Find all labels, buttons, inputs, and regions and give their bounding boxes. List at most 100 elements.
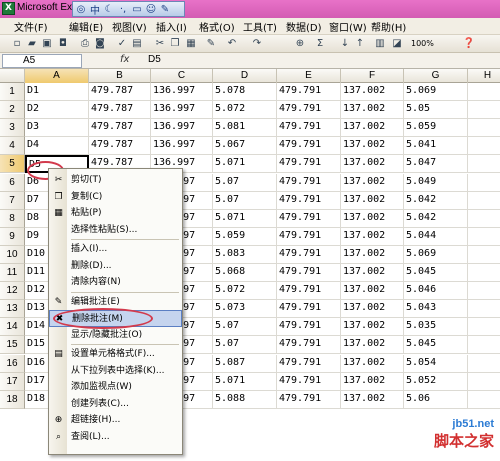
ime-mode-icon[interactable]: 中 xyxy=(89,2,101,17)
chart-wizard-icon[interactable]: ▥ xyxy=(373,37,387,51)
context-menu-item[interactable]: ▤ 设置单元格格式(F)... xyxy=(49,346,182,363)
cell[interactable]: 479.791 xyxy=(277,101,341,120)
ime-keyboard-icon[interactable]: ▭ xyxy=(131,4,143,15)
cell[interactable]: 137.002 xyxy=(341,101,404,120)
cell[interactable] xyxy=(468,355,500,373)
menu-insert[interactable]: 插入(I) xyxy=(156,19,187,34)
cell[interactable]: 5.071 xyxy=(213,209,277,228)
formula-input[interactable]: D5 xyxy=(148,54,161,65)
cell[interactable]: 5.049 xyxy=(404,173,468,192)
copy-icon[interactable]: ❐ xyxy=(168,37,182,51)
cell[interactable]: 5.071 xyxy=(213,372,277,391)
ime-punct-icon[interactable]: ·, xyxy=(117,4,129,15)
row-header[interactable]: 12 xyxy=(0,282,25,301)
column-header[interactable]: D xyxy=(213,69,277,83)
cell[interactable]: 479.791 xyxy=(277,336,341,355)
cell[interactable]: 479.791 xyxy=(277,372,341,391)
cell[interactable] xyxy=(468,155,500,174)
row-header[interactable]: 15 xyxy=(0,336,25,355)
row-header[interactable]: 6 xyxy=(0,173,25,192)
cell[interactable]: 5.046 xyxy=(404,282,468,301)
cell[interactable]: 5.069 xyxy=(404,245,468,264)
cell[interactable]: 479.791 xyxy=(277,227,341,246)
row-header[interactable]: 4 xyxy=(0,137,25,156)
cell[interactable]: 5.073 xyxy=(213,300,277,319)
context-menu-item[interactable]: 删除(D)... xyxy=(49,258,182,275)
context-menu-item[interactable]: 清除内容(N) xyxy=(49,274,182,291)
row-header[interactable]: 13 xyxy=(0,300,25,319)
cell[interactable] xyxy=(468,83,500,102)
cell[interactable]: 137.002 xyxy=(341,318,404,337)
cell[interactable] xyxy=(468,373,500,391)
cell[interactable]: 479.791 xyxy=(277,137,341,156)
cell[interactable] xyxy=(468,318,500,337)
row-header[interactable]: 3 xyxy=(0,119,25,138)
cell[interactable] xyxy=(468,137,500,156)
hyperlink-icon[interactable]: ⊕ xyxy=(293,37,307,51)
cell[interactable]: 137.002 xyxy=(341,227,404,246)
paste-icon[interactable]: ▦ xyxy=(184,37,198,51)
cell[interactable]: 479.791 xyxy=(277,155,341,174)
context-menu-item[interactable]: ❐ 复制(C) xyxy=(49,189,182,206)
cell[interactable]: 5.035 xyxy=(404,318,468,337)
cell[interactable]: 479.787 xyxy=(89,137,151,156)
cell[interactable]: 136.997 xyxy=(151,119,213,138)
cell[interactable]: 137.002 xyxy=(341,191,404,210)
open-icon[interactable]: ▰ xyxy=(25,37,39,51)
cell[interactable]: 5.07 xyxy=(213,173,277,192)
cell[interactable]: 137.002 xyxy=(341,372,404,391)
cell[interactable]: 5.069 xyxy=(404,83,468,102)
print-icon[interactable]: ⎙ xyxy=(78,37,92,51)
column-header[interactable]: A xyxy=(25,69,89,83)
cell[interactable]: 137.002 xyxy=(341,300,404,319)
cell[interactable]: 137.002 xyxy=(341,83,404,102)
ime-toolbar[interactable]: ◎ 中 ☾ ·, ▭ ☺ ✎ xyxy=(72,1,185,17)
cell[interactable]: 5.052 xyxy=(404,372,468,391)
row-header[interactable]: 8 xyxy=(0,209,25,228)
undo-icon[interactable]: ↶ xyxy=(225,37,239,51)
cell[interactable]: 137.002 xyxy=(341,336,404,355)
context-menu-item[interactable]: ⊕ 超链接(H)... xyxy=(49,412,182,429)
cell[interactable]: D4 xyxy=(25,137,89,156)
redo-icon[interactable]: ↷ xyxy=(250,37,264,51)
row-header[interactable]: 2 xyxy=(0,101,25,120)
cell[interactable]: 5.087 xyxy=(213,354,277,373)
cell[interactable] xyxy=(468,282,500,301)
menu-tools[interactable]: 工具(T) xyxy=(243,19,277,34)
cell[interactable]: 5.078 xyxy=(213,83,277,102)
spelling-icon[interactable]: ✓ xyxy=(115,37,129,51)
cell[interactable]: 479.787 xyxy=(89,101,151,120)
cell[interactable]: 479.787 xyxy=(89,119,151,138)
cell[interactable]: 479.791 xyxy=(277,245,341,264)
cell[interactable]: 5.067 xyxy=(213,137,277,156)
cell[interactable]: 137.002 xyxy=(341,209,404,228)
menu-edit[interactable]: 编辑(E) xyxy=(69,19,103,34)
context-menu-item[interactable]: 选择性粘贴(S)... xyxy=(49,222,182,239)
cell[interactable]: 5.072 xyxy=(213,101,277,120)
cell[interactable]: 5.047 xyxy=(404,155,468,174)
context-menu-item[interactable]: 添加监视点(W) xyxy=(49,379,182,396)
cell[interactable]: 5.045 xyxy=(404,336,468,355)
cell[interactable]: 479.791 xyxy=(277,119,341,138)
cell[interactable]: 5.07 xyxy=(213,318,277,337)
cell[interactable]: 479.791 xyxy=(277,83,341,102)
cell[interactable] xyxy=(468,101,500,120)
cell[interactable]: 5.059 xyxy=(213,227,277,246)
context-menu-item[interactable]: 显示/隐藏批注(O) xyxy=(49,327,182,344)
cell[interactable] xyxy=(468,336,500,355)
context-menu-item[interactable]: 插入(I)... xyxy=(49,241,182,258)
help-icon[interactable]: ❓ xyxy=(462,37,476,51)
row-header[interactable]: 18 xyxy=(0,390,25,409)
context-menu-item[interactable]: ⌕ 查阅(L)... xyxy=(49,429,182,446)
cell[interactable]: 5.06 xyxy=(404,390,468,409)
cell[interactable]: 137.002 xyxy=(341,354,404,373)
cell[interactable]: 137.002 xyxy=(341,264,404,283)
cell[interactable] xyxy=(468,192,500,210)
cell[interactable]: 137.002 xyxy=(341,155,404,174)
column-header[interactable]: C xyxy=(151,69,213,83)
cell[interactable]: 5.071 xyxy=(213,155,277,174)
cell[interactable]: 5.088 xyxy=(213,390,277,409)
print-preview-icon[interactable]: ◙ xyxy=(93,37,107,51)
cell[interactable] xyxy=(468,228,500,246)
ime-user-icon[interactable]: ☺ xyxy=(145,4,157,15)
